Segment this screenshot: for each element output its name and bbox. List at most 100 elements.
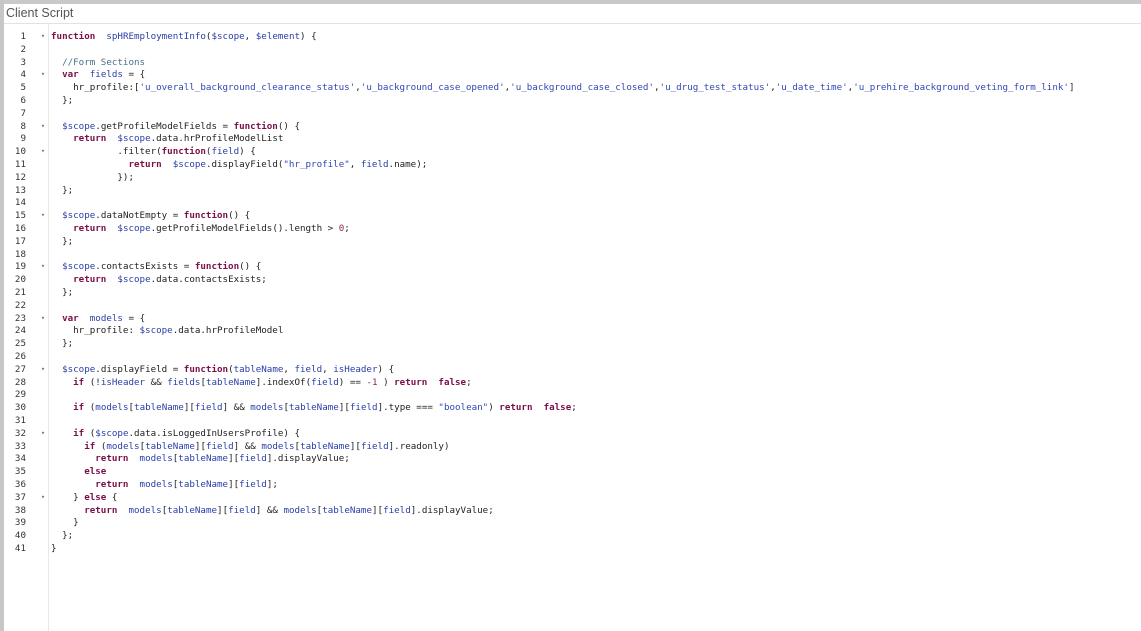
code-token: field bbox=[239, 479, 267, 490]
fold-arrow-icon[interactable]: ▾ bbox=[39, 363, 47, 376]
line-number: 10 bbox=[14, 146, 26, 158]
fold-arrow-icon[interactable]: ▾ bbox=[39, 260, 47, 273]
code-line[interactable]: 32 ▾ if ($scope.data.isLoggedInUsersProfi… bbox=[4, 427, 1141, 440]
code-token: , bbox=[349, 159, 361, 170]
code-line[interactable]: 6 }; bbox=[4, 94, 1141, 107]
line-number: 38 bbox=[14, 504, 26, 516]
code-line[interactable]: 8 ▾ $scope.getProfileModelFields = functi… bbox=[4, 120, 1141, 133]
code-line[interactable]: 23 ▾ var models = { bbox=[4, 312, 1141, 325]
code-line[interactable]: 22 bbox=[4, 299, 1141, 312]
code-token: .dataNotEmpty = bbox=[95, 210, 184, 222]
code-line[interactable]: 40 }; bbox=[4, 529, 1141, 542]
code-line[interactable]: 39 } bbox=[4, 516, 1141, 529]
code-line[interactable]: 33 if (models[tableName][field] && model… bbox=[4, 440, 1141, 453]
code-token: return bbox=[394, 376, 428, 388]
code-line[interactable]: 19 ▾ $scope.contactsExists = function() { bbox=[4, 260, 1141, 273]
code-line[interactable]: 25 }; bbox=[4, 337, 1141, 350]
code-line[interactable]: 10 ▾ .filter(function(field) { bbox=[4, 145, 1141, 158]
code-line[interactable]: 37 ▾ } else { bbox=[4, 491, 1141, 504]
fold-arrow-icon[interactable]: ▾ bbox=[39, 145, 47, 158]
code-text: hr_profile:['u_overall_background_cleara… bbox=[51, 81, 1074, 94]
code-line[interactable]: 34 return models[tableName][field].displ… bbox=[4, 452, 1141, 465]
code-line[interactable]: 36 return models[tableName][field]; bbox=[4, 478, 1141, 491]
line-number: 23 bbox=[14, 312, 26, 324]
code-line[interactable]: 4 ▾ var fields = { bbox=[4, 68, 1141, 81]
code-line[interactable]: 17 }; bbox=[4, 235, 1141, 248]
fold-arrow-icon[interactable]: ▾ bbox=[39, 120, 47, 133]
code-token: ][ bbox=[194, 440, 206, 452]
code-token: function bbox=[51, 31, 96, 42]
code-line[interactable]: 20 return $scope.data.contactsExists; bbox=[4, 273, 1141, 286]
code-token: if bbox=[73, 376, 85, 388]
code-line[interactable]: 13 }; bbox=[4, 184, 1141, 197]
code-line[interactable]: 31 bbox=[4, 414, 1141, 427]
code-text: hr_profile: $scope.data.hrProfileModel bbox=[51, 324, 283, 337]
fold-arrow-icon[interactable]: ▾ bbox=[39, 30, 47, 43]
line-number: 25 bbox=[14, 338, 26, 350]
code-line[interactable]: 41} bbox=[4, 542, 1141, 555]
code-line[interactable]: 26 bbox=[4, 350, 1141, 363]
code-token: models bbox=[283, 504, 317, 516]
code-line[interactable]: 16 return $scope.getProfileModelFields()… bbox=[4, 222, 1141, 235]
fold-arrow-icon[interactable]: ▾ bbox=[39, 312, 47, 325]
code-line[interactable]: 15 ▾ $scope.dataNotEmpty = function() { bbox=[4, 209, 1141, 222]
code-line[interactable]: 38 return models[tableName][field] && mo… bbox=[4, 504, 1141, 517]
code-token: ].readonly) bbox=[388, 440, 450, 452]
code-token: ][ bbox=[183, 402, 195, 414]
code-token: field bbox=[205, 440, 234, 452]
code-token: tableName bbox=[233, 363, 284, 375]
code-token: //Form Sections bbox=[62, 56, 146, 68]
code-token: models bbox=[95, 402, 129, 414]
panel-header: Client Script bbox=[4, 4, 1141, 24]
code-token: ] && bbox=[233, 440, 262, 452]
code-line[interactable]: 21 }; bbox=[4, 286, 1141, 299]
code-token: ( bbox=[84, 402, 96, 414]
code-line[interactable]: 9 return $scope.data.hrProfileModelList bbox=[4, 132, 1141, 145]
fold-arrow-icon[interactable]: ▾ bbox=[39, 491, 47, 504]
code-token: $scope bbox=[62, 261, 96, 273]
fold-arrow-icon[interactable]: ▾ bbox=[39, 68, 47, 81]
code-token: }); bbox=[51, 171, 134, 183]
code-line[interactable]: 12 }); bbox=[4, 171, 1141, 184]
code-line[interactable]: 27 ▾ $scope.displayField = function(table… bbox=[4, 363, 1141, 376]
code-line[interactable]: 1 ▾ function spHREmploymentInfo($scope, $e… bbox=[4, 30, 1141, 43]
code-line[interactable]: 30 if (models[tableName][field] && model… bbox=[4, 401, 1141, 414]
code-token: tableName bbox=[167, 504, 218, 516]
line-number: 14 bbox=[14, 197, 26, 209]
code-line[interactable]: 2 bbox=[4, 43, 1141, 56]
code-token: , bbox=[244, 31, 256, 42]
code-text: if ($scope.data.isLoggedInUsersProfile) … bbox=[51, 427, 300, 440]
line-number: 33 bbox=[14, 440, 26, 452]
code-line[interactable]: 35 else bbox=[4, 465, 1141, 478]
code-line[interactable]: 3 //Form Sections bbox=[4, 56, 1141, 69]
code-line[interactable]: 11 return $scope.displayField("hr_profil… bbox=[4, 158, 1141, 171]
code-line[interactable]: 7 bbox=[4, 107, 1141, 120]
line-number: 27 bbox=[14, 363, 26, 375]
code-token: = { bbox=[122, 69, 146, 81]
code-token: $scope bbox=[62, 363, 96, 375]
fold-arrow-icon[interactable]: ▾ bbox=[39, 427, 47, 440]
code-token: models bbox=[128, 504, 162, 516]
code-line[interactable]: 5 hr_profile:['u_overall_background_clea… bbox=[4, 81, 1141, 94]
code-token: field bbox=[360, 440, 389, 452]
code-token: tableName bbox=[300, 440, 350, 452]
code-line[interactable]: 28 if (!isHeader && fields[tableName].in… bbox=[4, 376, 1141, 389]
fold-arrow-icon[interactable]: ▾ bbox=[39, 209, 47, 222]
code-token: false bbox=[438, 376, 467, 388]
code-line[interactable]: 29 bbox=[4, 388, 1141, 401]
code-token: return bbox=[128, 159, 162, 170]
code-token: ][ bbox=[228, 453, 240, 465]
code-token: }; bbox=[51, 184, 74, 196]
code-line[interactable]: 14 bbox=[4, 196, 1141, 209]
code-line[interactable]: 24 hr_profile: $scope.data.hrProfileMode… bbox=[4, 324, 1141, 337]
code-token: hr_profile:[ bbox=[51, 82, 140, 94]
code-editor[interactable]: 1 ▾ function spHREmploymentInfo($scope, $e… bbox=[4, 24, 1141, 631]
code-line[interactable]: 18 bbox=[4, 248, 1141, 261]
code-token: if bbox=[73, 402, 85, 414]
